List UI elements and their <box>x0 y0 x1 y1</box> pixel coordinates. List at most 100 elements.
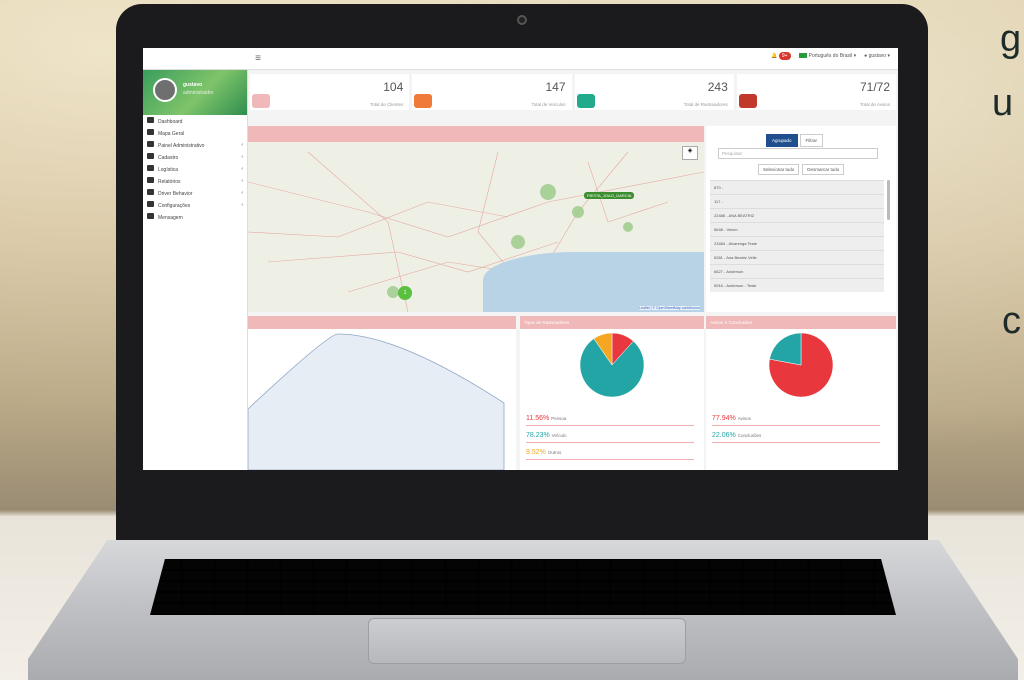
profile-card: gustavo administrador <box>143 70 247 115</box>
sidebar: gustavo administrador Dashboard Mapa Gera… <box>143 70 248 470</box>
vehicle-tabs: Agrupado Filtrar <box>766 134 824 147</box>
sidebar-item-label: Configurações <box>158 203 191 209</box>
sidebar-item[interactable]: Driver Behavior ‹ <box>143 187 247 199</box>
tipos-pie-chart <box>579 332 645 398</box>
deselect-all-button[interactable]: Desmarcar tudo <box>802 164 845 175</box>
tab-grouped[interactable]: Agrupado <box>766 134 798 147</box>
list-item[interactable]: 23484 - Alvarenga Teste <box>710 236 884 250</box>
pie-slice[interactable] <box>769 332 802 366</box>
stats-row: 104 Total de Clientes 147 Total de Veículos… <box>248 74 898 110</box>
map-icon <box>147 129 154 135</box>
dashboard-icon <box>147 117 154 123</box>
expand-icon: ‹ <box>241 166 243 172</box>
sidebar-item[interactable]: Mapa Geral <box>143 127 247 139</box>
edit-icon <box>147 153 154 159</box>
legend-label: Veículo <box>551 433 567 438</box>
vehicle-search-input[interactable]: Pesquisar <box>718 148 878 159</box>
list-item[interactable]: 5281 - Ana Beatriz Velle <box>710 250 884 264</box>
reports-icon <box>147 177 154 183</box>
user-menu[interactable]: ● gustavo ▾ <box>864 53 890 59</box>
layers-icon[interactable]: ◈ <box>682 146 698 160</box>
tab-filter[interactable]: Filtrar <box>799 134 824 147</box>
stat-value: 243 <box>707 80 728 94</box>
list-item[interactable]: 6627 - Anderson <box>710 264 884 278</box>
flag-icon <box>798 53 807 59</box>
menu-toggle-icon[interactable]: ≡ <box>251 52 265 66</box>
map[interactable]: FIESTA_JOAO_GARCIA 1 ◈ Leaflet | © OpenS… <box>248 142 704 312</box>
select-all-button[interactable]: Selecionar tudo <box>758 164 800 175</box>
line-chart-header <box>248 316 516 329</box>
notifications-button[interactable]: 🔔 9+ <box>771 52 791 60</box>
map-header <box>248 126 704 142</box>
legend-item: 11.56% Pessoa <box>526 412 694 426</box>
list-item[interactable]: 117 - <box>710 194 884 208</box>
notification-badge: 9+ <box>778 52 791 60</box>
scrollbar[interactable] <box>887 180 890 220</box>
topbar-right: 🔔 9+ Português do Brasil ▾ ● gustavo ▾ <box>771 52 890 60</box>
tipos-chart-title: Tipos de Rastreadores <box>520 316 704 329</box>
driver-icon <box>147 189 154 195</box>
map-panel: FIESTA_JOAO_GARCIA 1 ◈ Leaflet | © OpenS… <box>248 126 704 312</box>
avisos-pie-chart <box>768 332 834 398</box>
sidebar-item[interactable]: Mensagem <box>143 211 247 223</box>
stat-label: Total de Veículos <box>531 102 566 107</box>
stat-card: 147 Total de Veículos <box>412 74 572 110</box>
stat-value: 147 <box>545 80 566 94</box>
legend-item: 78.23% Veículo <box>526 429 694 443</box>
sidebar-item-label: Mapa Geral <box>158 131 185 137</box>
gear-icon <box>738 94 757 108</box>
line-chart <box>247 333 505 470</box>
sidebar-item-label: Relatórios <box>158 179 181 185</box>
user-icon <box>252 94 270 108</box>
vehicle-list: 870 -117 -22486 - ANA BEATRIZ 5648 - Veio… <box>710 180 884 292</box>
sea-area <box>483 252 704 312</box>
keyboard <box>150 559 896 615</box>
map-attribution[interactable]: Leaflet | © OpenStreetMap contributors <box>639 306 700 310</box>
line-chart-panel <box>247 316 516 470</box>
webcam <box>517 15 527 25</box>
legend-percent: 78.23% <box>526 432 550 439</box>
main-content: 104 Total de Clientes 147 Total de Veículos… <box>247 70 898 470</box>
area-series <box>247 333 505 470</box>
sidebar-item[interactable]: Relatórios ‹ <box>143 175 247 187</box>
avisos-chart-panel: Avisos X Conclusões 77.94% Avisos 22.06% Co… <box>706 316 896 470</box>
panel-icon <box>147 141 154 147</box>
list-item[interactable]: 870 - <box>710 180 884 194</box>
sidebar-item-label: Dashboard <box>158 119 183 125</box>
language-select[interactable]: Português do Brasil ▾ <box>798 53 856 59</box>
trackpad <box>368 618 686 664</box>
user-name: gustavo <box>868 53 887 59</box>
stat-value: 71/72 <box>859 80 890 94</box>
background-letter: g <box>1000 18 1022 60</box>
tipos-chart-panel: Tipos de Rastreadores 11.56% Pessoa 78.23%… <box>520 316 704 470</box>
vehicle-marker[interactable]: FIESTA_JOAO_GARCIA <box>584 192 635 199</box>
legend-item: 9.52% Outros <box>526 446 694 460</box>
list-item[interactable]: 22486 - ANA BEATRIZ <box>710 208 884 222</box>
sidebar-item-label: Mensagem <box>158 215 183 221</box>
list-item[interactable]: 5648 - Veiom <box>710 222 884 236</box>
sidebar-item[interactable]: Dashboard <box>143 115 247 127</box>
language-label: Português do Brasil <box>808 53 853 59</box>
sidebar-item-label: Cadastro <box>158 155 179 161</box>
expand-icon: ‹ <box>241 178 243 184</box>
sidebar-nav: Dashboard Mapa Geral Painel Administrativo… <box>143 115 247 223</box>
sidebar-item-label: Logística <box>158 167 179 173</box>
profile-name: gustavo <box>183 82 203 88</box>
background-letter: u <box>992 82 1014 124</box>
sidebar-item[interactable]: Cadastro ‹ <box>143 151 247 163</box>
legend-label: Conclusões <box>737 433 762 438</box>
sidebar-item-label: Painel Administrativo <box>158 143 205 149</box>
sidebar-item[interactable]: Painel Administrativo ‹ <box>143 139 247 151</box>
avatar[interactable] <box>153 78 177 102</box>
message-icon <box>147 213 154 219</box>
sidebar-item[interactable]: Logística ‹ <box>143 163 247 175</box>
legend-item: 22.06% Conclusões <box>712 429 880 443</box>
stat-card: 71/72 Total de Avisos <box>736 74 896 110</box>
list-item[interactable]: 5916 - Anderson - Teste <box>710 278 884 292</box>
map-cluster[interactable]: 1 <box>398 286 412 300</box>
sidebar-item[interactable]: Configurações ‹ <box>143 199 247 211</box>
stat-value: 104 <box>383 80 404 94</box>
expand-icon: ‹ <box>241 154 243 160</box>
legend-item: 77.94% Avisos <box>712 412 880 426</box>
legend-label: Pessoa <box>551 416 567 421</box>
